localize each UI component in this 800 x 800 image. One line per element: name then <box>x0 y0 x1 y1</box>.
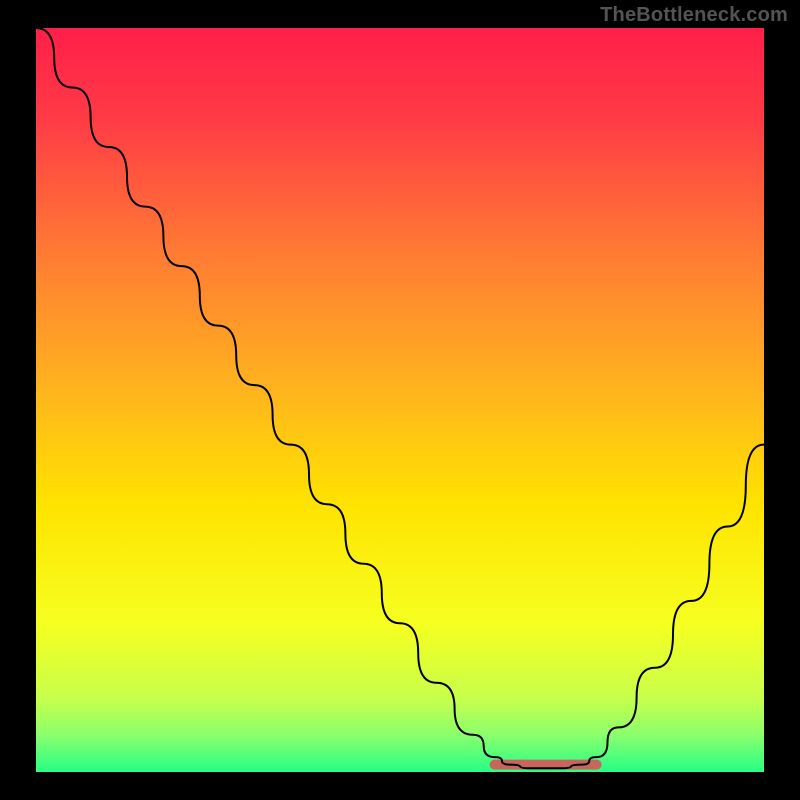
watermark-text: TheBottleneck.com <box>600 4 788 27</box>
bottleneck-line <box>36 28 764 768</box>
chart-container: TheBottleneck.com <box>0 0 800 800</box>
bottleneck-curve <box>36 28 764 772</box>
plot-area <box>36 28 764 772</box>
